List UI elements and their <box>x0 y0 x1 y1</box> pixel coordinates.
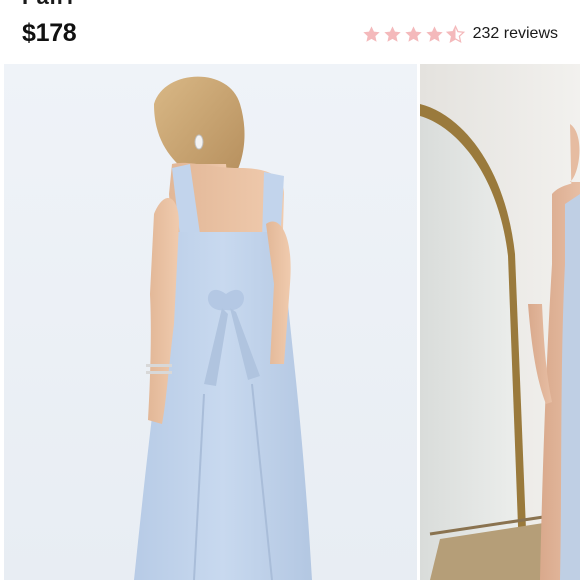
star-icon <box>404 25 423 44</box>
model-back-view-image <box>4 64 417 580</box>
star-icon <box>362 25 381 44</box>
product-photo-main[interactable] <box>4 64 417 580</box>
reviews-link[interactable]: 232 reviews <box>473 25 558 43</box>
mirror-photo-image <box>420 64 580 580</box>
product-photo-secondary[interactable] <box>420 64 580 580</box>
star-half-icon <box>445 24 465 44</box>
product-price: $178 <box>22 19 77 47</box>
product-screen: Fairf $178 232 reviews <box>0 0 580 580</box>
star-rating <box>362 24 465 44</box>
product-title: Fairf <box>22 0 75 10</box>
rating-summary[interactable]: 232 reviews <box>362 22 558 46</box>
star-icon <box>383 25 402 44</box>
product-gallery[interactable] <box>0 64 580 580</box>
star-icon <box>425 25 444 44</box>
